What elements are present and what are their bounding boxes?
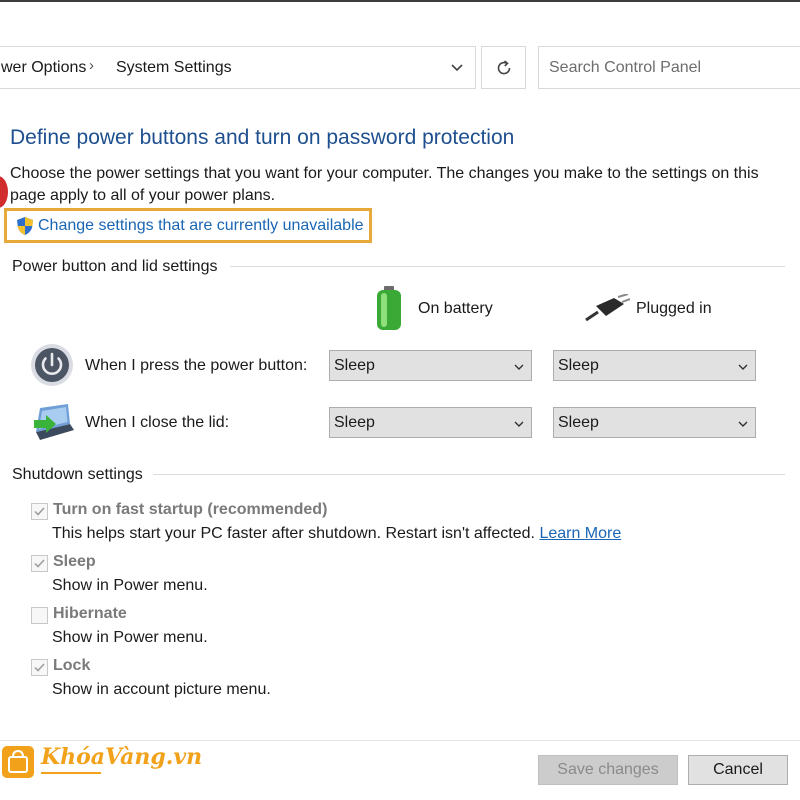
shopping-bag-icon — [2, 746, 34, 778]
sleep-option-description: Show in Power menu. — [52, 577, 208, 594]
shutdown-section-divider — [153, 474, 785, 475]
step-marker — [0, 176, 8, 208]
chevron-down-icon — [737, 360, 749, 378]
logo-text: KhóaVàng.vn — [41, 744, 203, 770]
select-value: Sleep — [558, 414, 599, 431]
power-button-icon — [30, 343, 74, 392]
window-top-border — [0, 0, 800, 2]
chevron-down-icon — [513, 417, 525, 435]
close-lid-battery-select[interactable]: Sleep — [329, 407, 532, 438]
address-bar[interactable]: wer Options › System Settings — [0, 46, 476, 89]
sleep-checkbox[interactable] — [31, 555, 48, 572]
fast-startup-checkbox[interactable] — [31, 503, 48, 520]
select-value: Sleep — [334, 414, 375, 431]
fast-startup-title: Turn on fast startup (recommended) — [53, 501, 328, 518]
breadcrumb-separator-icon[interactable]: › — [89, 57, 94, 74]
lock-checkbox[interactable] — [31, 659, 48, 676]
plug-icon — [584, 293, 631, 327]
lock-option-description: Show in account picture menu. — [52, 681, 271, 698]
close-lid-row-label: When I close the lid: — [85, 414, 230, 431]
power-section-divider — [230, 266, 785, 267]
battery-icon — [372, 286, 406, 337]
laptop-lid-icon — [30, 402, 76, 449]
chevron-down-icon — [513, 360, 525, 378]
chevron-down-icon — [737, 417, 749, 435]
hibernate-option-title: Hibernate — [53, 605, 127, 622]
cancel-button[interactable]: Cancel — [688, 755, 788, 785]
hibernate-checkbox[interactable] — [31, 607, 48, 624]
column-plugged-in: Plugged in — [636, 300, 712, 317]
change-settings-link[interactable]: Change settings that are currently unava… — [38, 217, 364, 235]
address-dropdown-chevron-icon[interactable] — [447, 57, 467, 77]
close-lid-plugged-select[interactable]: Sleep — [553, 407, 756, 438]
power-section-label: Power button and lid settings — [12, 258, 218, 275]
save-changes-button[interactable]: Save changes — [538, 755, 678, 785]
refresh-icon — [497, 60, 511, 75]
power-button-row-label: When I press the power button: — [85, 357, 308, 374]
fast-startup-description: This helps start your PC faster after sh… — [52, 525, 621, 543]
khoavang-logo: KhóaVàng.vn — [2, 742, 202, 782]
breadcrumb-system-settings[interactable]: System Settings — [116, 59, 232, 77]
select-value: Sleep — [334, 357, 375, 374]
search-box[interactable] — [538, 46, 800, 89]
refresh-button[interactable] — [481, 46, 526, 89]
hibernate-option-description: Show in Power menu. — [52, 629, 208, 646]
footer-divider — [0, 740, 800, 741]
change-settings-highlight[interactable]: Change settings that are currently unava… — [4, 208, 372, 243]
power-button-plugged-select[interactable]: Sleep — [553, 350, 756, 381]
fast-startup-description-text: This helps start your PC faster after sh… — [52, 525, 535, 542]
shutdown-section-label: Shutdown settings — [12, 466, 143, 483]
select-value: Sleep — [558, 357, 599, 374]
breadcrumb-power-options[interactable]: wer Options — [1, 59, 86, 77]
page-title: Define power buttons and turn on passwor… — [10, 126, 515, 149]
uac-shield-icon — [15, 216, 35, 241]
sleep-option-title: Sleep — [53, 553, 96, 570]
logo-underline — [41, 772, 101, 774]
learn-more-link[interactable]: Learn More — [539, 525, 621, 542]
power-button-battery-select[interactable]: Sleep — [329, 350, 532, 381]
page-description: Choose the power settings that you want … — [10, 165, 759, 204]
lock-option-title: Lock — [53, 657, 91, 674]
search-input[interactable] — [539, 47, 800, 88]
column-on-battery: On battery — [418, 300, 493, 317]
